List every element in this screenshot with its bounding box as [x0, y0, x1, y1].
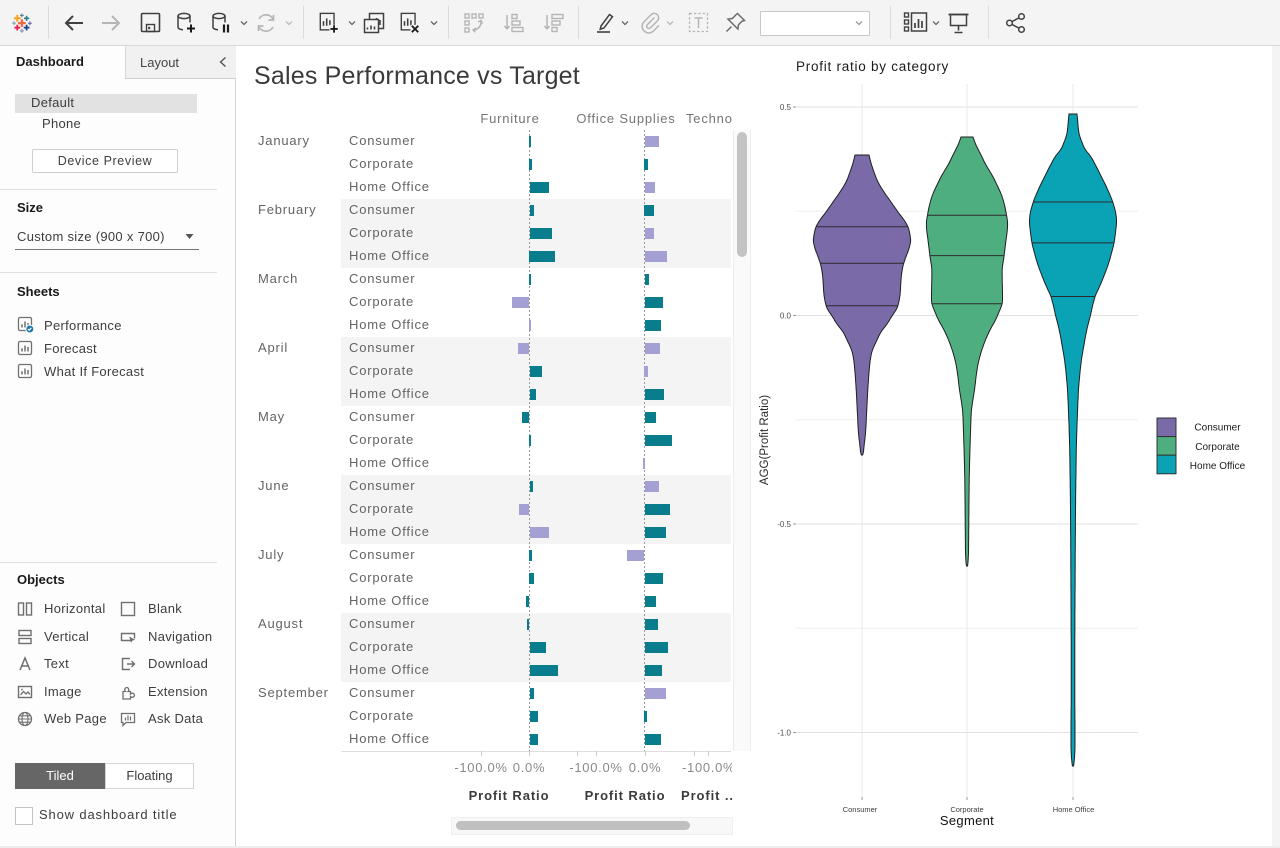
svg-text:Home Office: Home Office [1053, 805, 1095, 814]
svg-text:AGG(Profit Ratio): AGG(Profit Ratio) [759, 395, 771, 485]
svg-text:Home Office: Home Office [1190, 461, 1246, 472]
svg-text:-1.0: -1.0 [777, 729, 791, 738]
svg-text:Consumer: Consumer [843, 805, 878, 814]
svg-text:Corporate: Corporate [1195, 442, 1240, 453]
svg-text:Profit ratio by category: Profit ratio by category [796, 59, 949, 74]
svg-text:0.0: 0.0 [780, 312, 792, 321]
svg-text:-0.5: -0.5 [777, 520, 791, 529]
svg-text:Consumer: Consumer [1194, 423, 1241, 434]
svg-text:Segment: Segment [940, 813, 994, 828]
svg-text:0.5: 0.5 [780, 103, 792, 112]
